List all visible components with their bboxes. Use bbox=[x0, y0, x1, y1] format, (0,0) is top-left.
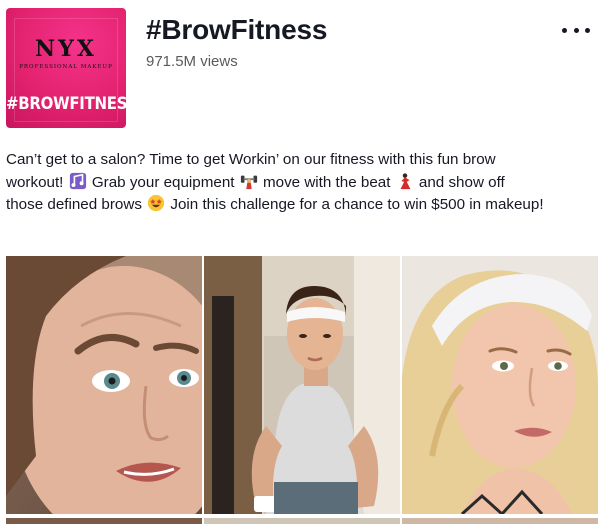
description-text-3: move with the beat bbox=[258, 173, 395, 191]
view-count: 971.5M views bbox=[146, 53, 238, 70]
music-notes-emoji bbox=[69, 172, 86, 189]
brand-logo: NYX bbox=[35, 36, 97, 62]
brand-logo-subtext: PROFESSIONAL MAKEUP bbox=[19, 64, 113, 70]
weightlifter-emoji bbox=[240, 175, 257, 189]
video-thumbnail[interactable] bbox=[6, 256, 202, 514]
cover-hashtag: #BROWFITNESS bbox=[6, 92, 126, 114]
video-grid bbox=[6, 256, 598, 524]
more-dots-icon[interactable] bbox=[562, 20, 590, 40]
challenge-cover-image: NYX PROFESSIONAL MAKEUP #BROWFITNESS bbox=[6, 8, 126, 128]
dancer-emoji bbox=[400, 172, 411, 189]
video-thumbnail-row2-partial bbox=[6, 518, 202, 524]
star-struck-emoji bbox=[148, 194, 165, 212]
challenge-header: NYX PROFESSIONAL MAKEUP #BROWFITNESS #Br… bbox=[0, 0, 612, 140]
description-text-2: Grab your equipment bbox=[87, 173, 239, 191]
challenge-title: #BrowFitness bbox=[146, 14, 328, 45]
video-thumbnail-row2-partial bbox=[204, 518, 400, 524]
video-thumbnail[interactable] bbox=[402, 256, 598, 514]
man-with-headband-thumbnail bbox=[204, 256, 400, 514]
video-thumbnail[interactable] bbox=[204, 256, 400, 514]
challenge-description: Can’t get to a salon? Time to get Workin… bbox=[6, 149, 546, 217]
woman-raising-eyebrow-thumbnail bbox=[6, 256, 202, 514]
blonde-woman-with-headband-thumbnail bbox=[402, 256, 598, 514]
video-thumbnail-row2-partial bbox=[402, 518, 598, 524]
description-text-5: Join this challenge for a chance to win … bbox=[166, 196, 544, 213]
